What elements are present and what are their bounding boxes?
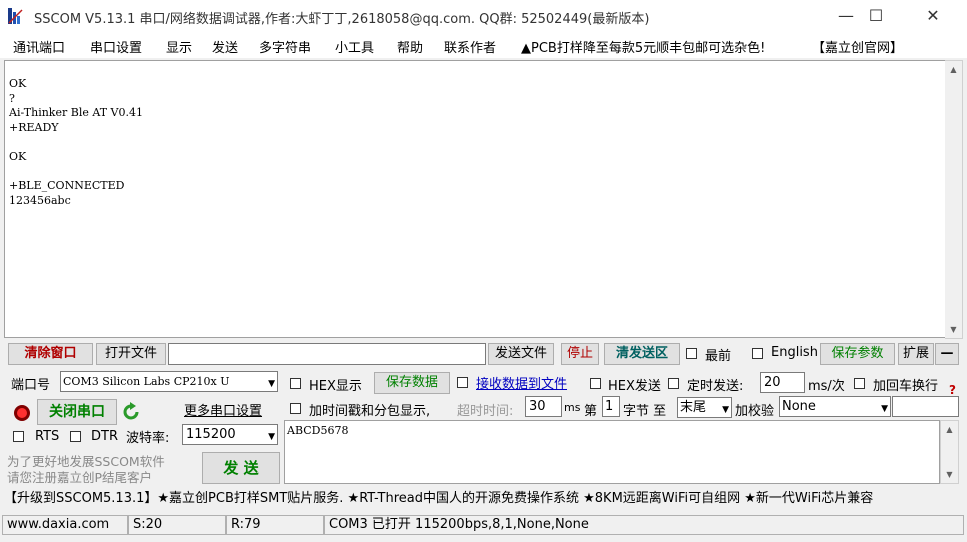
menu-send[interactable]: 发送	[212, 37, 238, 56]
receive-line	[5, 135, 947, 150]
rts-label: RTS	[35, 429, 60, 444]
checksum-select[interactable]: None ▼	[779, 396, 891, 417]
chevron-down-icon: ▼	[722, 405, 729, 415]
menu-serial-settings[interactable]: 串口设置	[90, 37, 142, 56]
scroll-down-icon[interactable]: ▼	[941, 466, 958, 483]
file-path-input[interactable]	[168, 343, 486, 365]
timed-interval-input[interactable]: 20	[760, 372, 805, 393]
hex-display-checkbox[interactable]	[290, 378, 301, 389]
save-data-button[interactable]: 保存数据	[374, 372, 450, 394]
baud-value: 115200	[186, 427, 236, 442]
recv-to-file-checkbox[interactable]	[457, 377, 468, 388]
receive-lines: OK? Ai-Thinker Ble AT V0.41 +READY OK +BLE_C…	[5, 61, 947, 208]
timeout-label: 超时时间:	[457, 404, 514, 419]
stop-button[interactable]: 停止	[561, 343, 599, 365]
receive-text-area[interactable]: OK? Ai-Thinker Ble AT V0.41 +READY OK +BLE_C…	[4, 60, 948, 338]
menu-display[interactable]: 显示	[166, 37, 192, 56]
receive-line: ?	[9, 91, 15, 105]
timestamp-checkbox[interactable]	[290, 403, 301, 414]
receive-line: 123456abc	[9, 193, 71, 207]
english-checkbox[interactable]	[752, 348, 763, 359]
dtr-label: DTR	[91, 429, 118, 444]
refresh-icon[interactable]	[121, 402, 141, 422]
add-crlf-checkbox[interactable]	[854, 378, 865, 389]
port-status-icon	[14, 405, 30, 421]
dtr-checkbox[interactable]	[70, 431, 81, 442]
expand-button[interactable]: 扩展	[898, 343, 934, 365]
chevron-down-icon: ▼	[881, 404, 888, 414]
hex-send-checkbox[interactable]	[590, 378, 601, 389]
send-scrollbar[interactable]: ▲ ▼	[940, 420, 959, 484]
receive-line: +BLE_CONNECTED	[9, 179, 125, 193]
sscom-app-icon	[8, 8, 23, 24]
menu-comm-port[interactable]: 通讯端口	[13, 37, 65, 56]
receive-line: +READY	[9, 120, 59, 134]
baud-label: 波特率:	[126, 431, 170, 446]
close-port-button[interactable]: 关闭串口	[37, 399, 117, 425]
open-file-button[interactable]: 打开文件	[96, 343, 166, 365]
topmost-label: 最前	[705, 349, 732, 364]
help-icon[interactable]: ?	[949, 383, 956, 397]
receive-line	[5, 165, 947, 180]
promo-ticker[interactable]: 【升级到SSCOM5.13.1】★嘉立创PCB打样SMT贴片服务. ★RT-Th…	[4, 489, 964, 509]
byte-unit-label: 字节 至	[623, 404, 667, 419]
port-value: COM3 Silicon Labs CP210x U	[63, 375, 230, 388]
scroll-down-icon[interactable]: ▼	[945, 321, 962, 338]
scroll-up-icon[interactable]: ▲	[945, 61, 962, 78]
status-sent-count: S:20	[128, 515, 226, 535]
status-website[interactable]: www.daxia.com	[2, 515, 128, 535]
add-crlf-label: 加回车换行	[873, 379, 939, 394]
byte-prefix-label: 第	[584, 404, 598, 419]
checksum-value: None	[782, 399, 816, 414]
baud-select[interactable]: 115200 ▼	[182, 424, 278, 445]
save-params-button[interactable]: 保存参数	[820, 343, 895, 365]
byte-end-select[interactable]: 末尾 ▼	[677, 397, 732, 418]
checksum-extra-field[interactable]	[892, 396, 959, 417]
chevron-down-icon: ▼	[268, 379, 275, 389]
menu-contact-author[interactable]: 联系作者	[444, 37, 496, 56]
status-received-count: R:79	[226, 515, 324, 535]
menu-pcb-promo[interactable]: ▲PCB打样降至每款5元顺丰包邮可选杂色!	[521, 37, 765, 56]
checksum-label: 加校验	[735, 404, 775, 419]
hex-send-label: HEX发送	[608, 379, 661, 394]
clear-send-button[interactable]: 清发送区	[604, 343, 680, 365]
receive-scrollbar[interactable]: ▲ ▼	[945, 60, 963, 339]
send-text-area[interactable]: ABCD5678	[284, 420, 940, 484]
port-select[interactable]: COM3 Silicon Labs CP210x U ▼	[60, 371, 278, 392]
timed-send-label: 定时发送:	[687, 379, 744, 394]
send-file-button[interactable]: 发送文件	[488, 343, 554, 365]
clear-window-button[interactable]: 清除窗口	[8, 343, 93, 365]
hex-display-label: HEX显示	[309, 379, 362, 394]
collapse-button[interactable]: —	[935, 343, 959, 365]
status-port-info: COM3 已打开 115200bps,8,1,None,None	[324, 515, 964, 535]
receive-line: Ai-Thinker Ble AT V0.41	[9, 106, 143, 120]
scroll-up-icon[interactable]: ▲	[941, 421, 958, 438]
close-button[interactable]: ✕	[910, 0, 956, 32]
byte-index-input[interactable]: 1	[602, 396, 620, 417]
menu-jlc-site[interactable]: 【嘉立创官网】	[812, 37, 903, 56]
maximize-button[interactable]: ☐	[853, 0, 899, 32]
menu-tools[interactable]: 小工具	[335, 37, 374, 56]
topmost-checkbox[interactable]	[686, 348, 697, 359]
timed-send-checkbox[interactable]	[668, 378, 679, 389]
byte-end-value: 末尾	[680, 400, 707, 415]
menu-help[interactable]: 帮助	[397, 37, 423, 56]
more-serial-settings-link[interactable]: 更多串口设置	[184, 400, 262, 419]
timeout-unit-label: ms	[564, 401, 581, 414]
timeout-input[interactable]: 30	[525, 396, 562, 417]
english-label: English	[771, 345, 818, 360]
timed-unit-label: ms/次	[808, 379, 845, 394]
receive-line: OK	[9, 77, 27, 90]
receive-line: OK	[9, 149, 27, 163]
timestamp-label: 加时间戳和分包显示,	[309, 404, 431, 419]
rts-checkbox[interactable]	[13, 431, 24, 442]
recv-to-file-label[interactable]: 接收数据到文件	[476, 373, 567, 392]
window-title: SSCOM V5.13.1 串口/网络数据调试器,作者:大虾丁丁,2618058…	[34, 12, 650, 27]
menu-multi-string[interactable]: 多字符串	[259, 37, 311, 56]
chevron-down-icon: ▼	[268, 432, 275, 442]
port-label: 端口号	[11, 378, 51, 393]
promo-line-2: 请您注册嘉立创P结尾客户	[7, 470, 153, 485]
send-button[interactable]: 发 送	[202, 452, 280, 484]
